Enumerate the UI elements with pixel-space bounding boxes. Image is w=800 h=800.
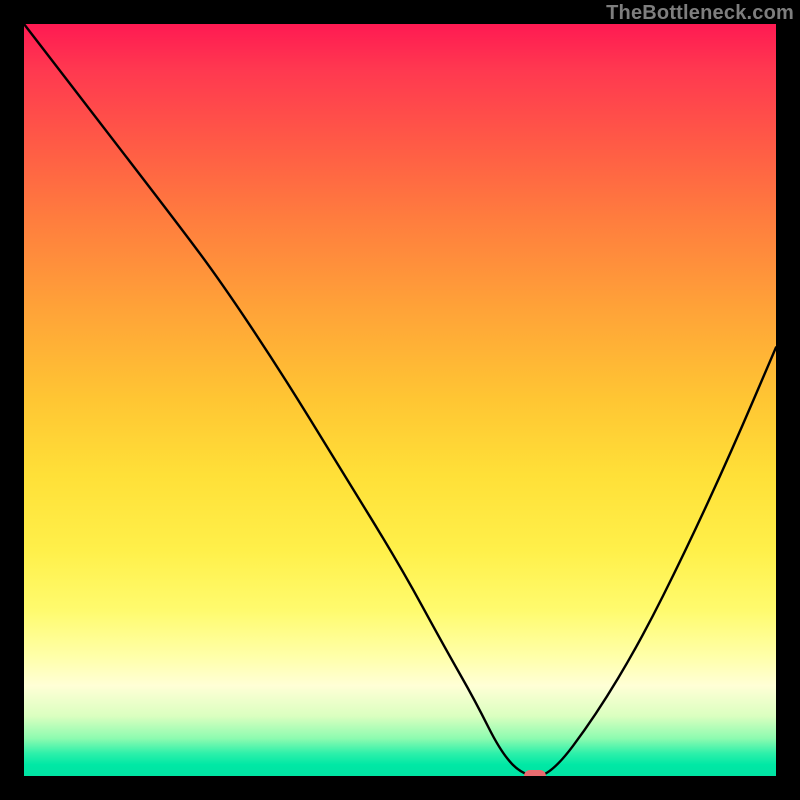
bottleneck-chart: TheBottleneck.com [0,0,800,800]
bottleneck-line [24,24,776,776]
plot-area [24,24,776,776]
watermark-label: TheBottleneck.com [606,2,794,25]
optimal-marker [524,770,546,776]
